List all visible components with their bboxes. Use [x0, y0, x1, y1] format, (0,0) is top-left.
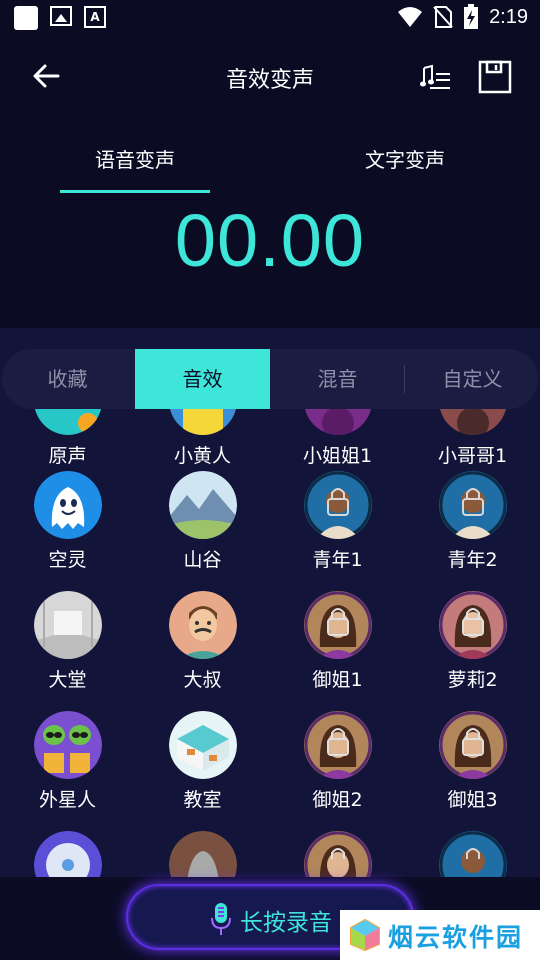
effect-label: 御姐3 — [447, 789, 498, 811]
mature-woman-avatar-icon — [438, 711, 507, 779]
effect-label: 小哥哥1 — [437, 445, 508, 467]
battery-charging-icon — [464, 4, 479, 29]
tab-voice-change[interactable]: 语音变声 — [60, 144, 210, 173]
wifi-icon — [398, 7, 423, 27]
effect-mature-woman-2[interactable]: 御姐2 — [270, 711, 405, 812]
watermark-text: 烟云软件园 — [388, 923, 524, 952]
text-a-icon: A — [84, 6, 106, 28]
watermark: 烟云软件园 — [340, 910, 540, 960]
record-label: 长按录音 — [240, 910, 332, 936]
effect-label: 原声 — [48, 445, 87, 467]
category-effects[interactable]: 音效 — [135, 349, 270, 409]
effect-label: 大叔 — [183, 669, 222, 691]
effect-mature-woman-1[interactable]: 御姐1 — [270, 591, 405, 692]
effect-original[interactable]: 原声 — [0, 409, 135, 468]
effect-label: 御姐1 — [312, 669, 363, 691]
original-voice-icon — [34, 409, 102, 435]
effect-uncle[interactable]: 大叔 — [135, 591, 270, 692]
classroom-icon — [168, 711, 237, 779]
young-man-avatar-icon — [303, 471, 372, 539]
effect-label: 萝莉2 — [447, 669, 498, 691]
notification-square-icon — [14, 6, 38, 30]
mature-woman-avatar-icon — [303, 591, 372, 659]
category-tabs: 收藏 音效 混音 自定义 — [0, 349, 540, 409]
no-sim-icon — [433, 6, 453, 28]
effect-hall[interactable]: 大堂 — [0, 591, 135, 692]
mature-woman-avatar-icon — [303, 831, 372, 877]
young-man-avatar-icon — [439, 409, 507, 435]
header: 音效变声 语音变声 文字变声 00.00 — [0, 36, 540, 328]
ghost-icon — [33, 471, 102, 539]
effect-label: 山谷 — [183, 549, 222, 571]
effect-alien[interactable]: 外星人 — [0, 711, 135, 812]
recording-timer: 00.00 — [174, 199, 366, 282]
effect-cave[interactable] — [135, 831, 270, 877]
effect-ethereal[interactable]: 空灵 — [0, 471, 135, 572]
microphone-icon — [211, 903, 231, 935]
effect-grid: 原声 小黄人 小姐姐1 小哥哥1 空灵 山谷 青年1 青年2 大堂 大叔 御姐1… — [0, 409, 540, 877]
effect-valley[interactable]: 山谷 — [135, 471, 270, 572]
effect-label: 小黄人 — [173, 445, 231, 467]
music-list-icon[interactable] — [420, 62, 452, 94]
hall-icon — [33, 591, 102, 659]
effect-label: 空灵 — [48, 549, 87, 571]
young-man-avatar-icon — [438, 831, 507, 877]
young-woman-avatar-icon — [304, 409, 372, 435]
category-mix[interactable]: 混音 — [270, 349, 405, 409]
status-bar: A 2:19 — [0, 0, 540, 36]
effect-label: 教室 — [183, 789, 222, 811]
effect-label: 青年2 — [447, 549, 498, 571]
fan-icon — [33, 831, 102, 877]
effect-label: 小姐姐1 — [302, 445, 373, 467]
mature-woman-avatar-icon — [303, 711, 372, 779]
young-man-avatar-icon — [438, 471, 507, 539]
alien-icon — [33, 711, 102, 779]
page-title: 音效变声 — [225, 68, 314, 93]
effect-label: 外星人 — [38, 789, 96, 811]
effect-classroom[interactable]: 教室 — [135, 711, 270, 812]
effect-label: 青年1 — [312, 549, 363, 571]
effect-youth-1[interactable]: 青年1 — [270, 471, 405, 572]
minion-icon — [169, 409, 237, 435]
tab-text-change[interactable]: 文字变声 — [330, 144, 480, 173]
uncle-icon — [168, 591, 237, 659]
save-icon[interactable] — [478, 60, 512, 94]
status-time: 2:19 — [489, 5, 528, 28]
effect-minion[interactable]: 小黄人 — [135, 409, 270, 468]
girl-avatar-icon — [438, 591, 507, 659]
effect-young-man-1[interactable]: 小哥哥1 — [405, 409, 540, 468]
category-favorites[interactable]: 收藏 — [0, 349, 135, 409]
effect-locked-voice[interactable] — [270, 831, 405, 877]
effect-label: 大堂 — [48, 669, 87, 691]
effect-locked-voice[interactable] — [405, 831, 540, 877]
effect-young-woman-1[interactable]: 小姐姐1 — [270, 409, 405, 468]
cave-icon — [168, 831, 237, 877]
effect-label: 御姐2 — [312, 789, 363, 811]
image-icon — [50, 6, 72, 26]
effect-mature-woman-3[interactable]: 御姐3 — [405, 711, 540, 812]
effect-girl-2[interactable]: 萝莉2 — [405, 591, 540, 692]
effect-youth-2[interactable]: 青年2 — [405, 471, 540, 572]
effect-fan[interactable] — [0, 831, 135, 877]
active-tab-indicator — [60, 190, 210, 193]
cube-logo-icon — [350, 918, 380, 952]
valley-icon — [168, 471, 237, 539]
category-custom[interactable]: 自定义 — [405, 349, 540, 409]
